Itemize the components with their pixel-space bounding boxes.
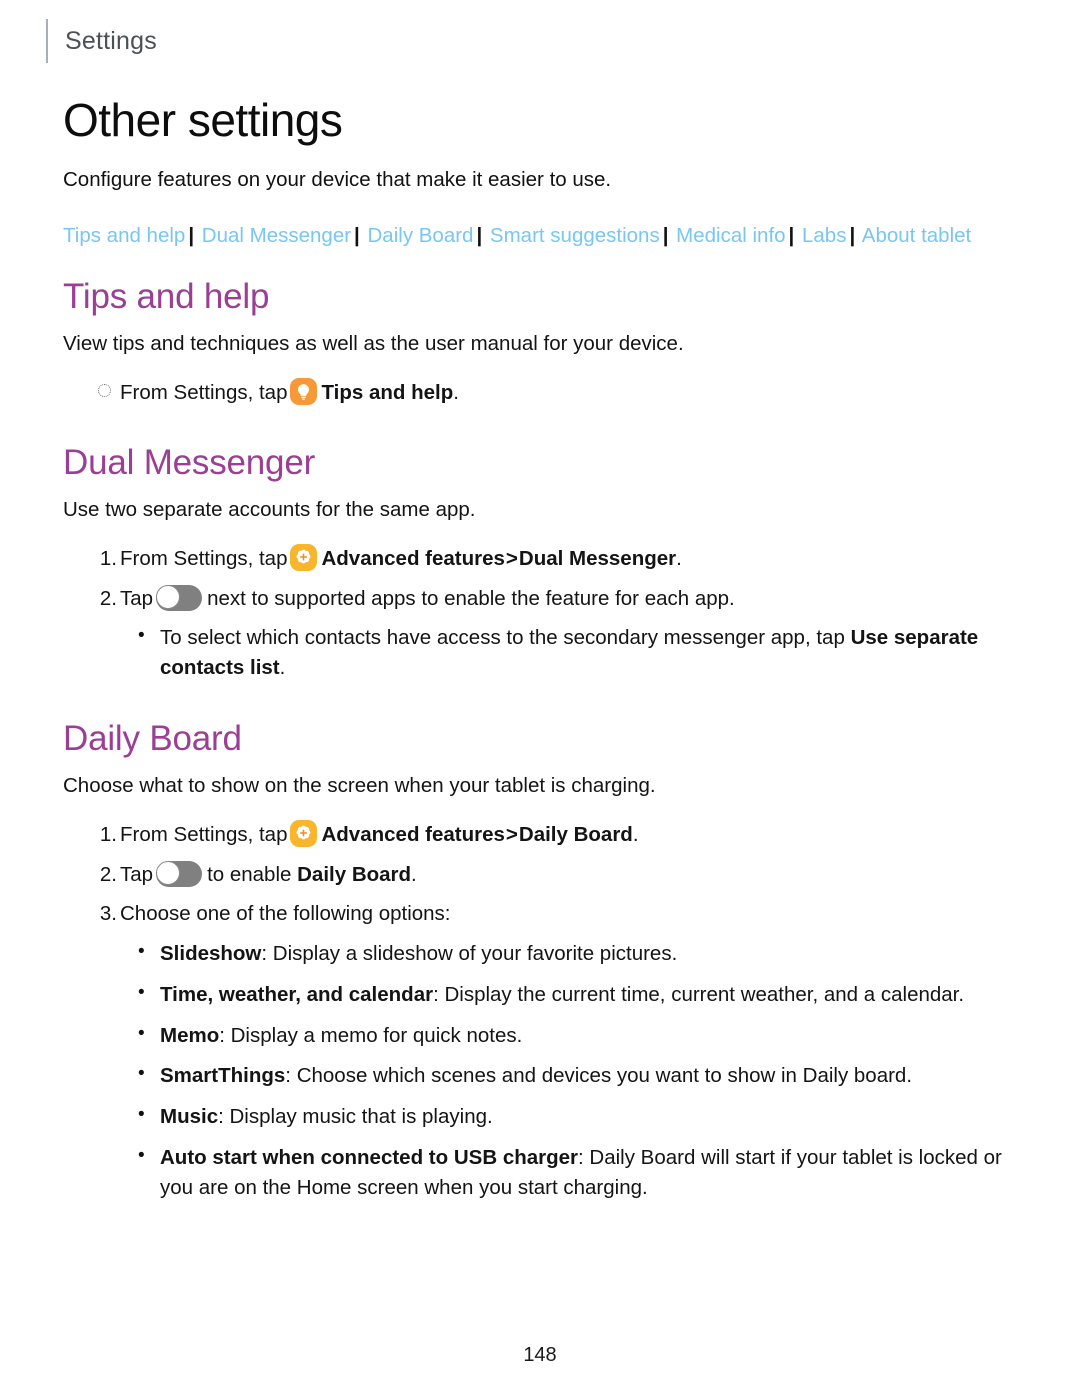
page-title: Other settings [63, 94, 343, 146]
chevron-right-icon: > [505, 546, 518, 570]
nav-separator: | [662, 223, 669, 247]
step-text: Choose one of the following options: [120, 902, 451, 926]
step-number: 1. [99, 822, 117, 846]
list-item: 1. From Settings, tap Advanced features>Du… [63, 543, 1018, 575]
step-text-prefix: Tap [120, 586, 154, 610]
option-desc: : Display a memo for quick notes. [219, 1023, 523, 1047]
step-text-suffix: . [676, 546, 682, 570]
option-desc: : Display a slideshow of your favorite p… [261, 942, 678, 966]
step-text-prefix: Tap [120, 862, 154, 886]
list-item: Auto start when connected to USB charger… [63, 1142, 1018, 1202]
bullet-text: To select which contacts have access to … [160, 626, 845, 650]
list-item: 3. Choose one of the following options: [63, 899, 1018, 930]
step-text-bold-1: Advanced features [321, 822, 505, 846]
section-heading-tips-and-help: Tips and help [63, 276, 270, 316]
header-divider [46, 19, 48, 63]
step-text-suffix: . [411, 862, 417, 886]
step-text-bold: Tips and help [321, 380, 454, 404]
nav-separator: | [849, 223, 856, 247]
step-text-suffix: . [632, 822, 639, 846]
section-lead-dual-messenger: Use two separate accounts for the same a… [63, 498, 476, 522]
nav-separator: | [188, 223, 195, 247]
step-text-bold-1: Advanced features [321, 546, 505, 570]
section-nav-links: Tips and help | Dual Messenger | Daily Boa… [63, 220, 993, 252]
step-text-bold-2: Dual Messenger [518, 546, 677, 570]
nav-link-dual-messenger[interactable]: Dual Messenger [202, 224, 351, 247]
nav-link-daily-board[interactable]: Daily Board [368, 224, 474, 247]
list-item: 2. Tap to enable Daily Board. [63, 860, 1018, 891]
list-item: 2. Tap next to supported apps to enable th… [63, 584, 1018, 615]
option-label: Music [160, 1105, 219, 1129]
option-desc: : Display music that is playing. [218, 1105, 493, 1129]
option-label: SmartThings [160, 1064, 286, 1088]
option-label: Auto start when connected to USB charger [160, 1145, 579, 1169]
list-item: Slideshow: Display a slideshow of your f… [63, 938, 1018, 969]
document-page: Settings Other settings Configure featur… [0, 0, 1080, 1397]
step-text-bold: Daily Board [297, 862, 412, 886]
nav-link-tips-and-help[interactable]: Tips and help [63, 224, 185, 247]
step-number: 3. [99, 902, 117, 926]
step-text-mid: to enable [207, 862, 292, 886]
step-number: 2. [99, 586, 117, 610]
nav-link-smart-suggestions[interactable]: Smart suggestions [490, 224, 660, 247]
nav-link-about-tablet[interactable]: About tablet [862, 224, 971, 247]
section-lead-tips-and-help: View tips and techniques as well as the … [63, 332, 684, 356]
list-item: Music: Display music that is playing. [63, 1101, 1018, 1132]
page-content: Other settings Configure features on you… [63, 96, 1018, 1213]
nav-link-medical-info[interactable]: Medical info [676, 224, 785, 247]
list-item: From Settings, tap Tips and help. [63, 377, 1018, 409]
step-text-prefix: From Settings, tap [120, 822, 288, 846]
nav-separator: | [788, 223, 795, 247]
section-lead-daily-board: Choose what to show on the screen when y… [63, 774, 656, 798]
nav-separator: | [354, 223, 360, 247]
tips-steps-list: From Settings, tap Tips and help. [63, 377, 1018, 409]
section-heading-daily-board: Daily Board [63, 718, 242, 758]
nav-separator: | [476, 223, 483, 247]
daily-board-steps-list: 1. From Settings, tap Advanced features>Da… [63, 819, 1018, 1202]
step-number: 1. [99, 546, 117, 570]
running-header-title: Settings [65, 26, 157, 55]
running-header: Settings [46, 18, 157, 64]
step-text-prefix: From Settings, tap [120, 380, 288, 404]
option-desc: : Display the current time, current weat… [433, 982, 965, 1006]
toggle-switch-icon [156, 584, 203, 611]
list-item: Time, weather, and calendar: Display the… [63, 979, 1018, 1010]
chevron-right-icon: > [505, 822, 518, 846]
toggle-switch-icon [156, 860, 203, 887]
nav-link-labs[interactable]: Labs [802, 224, 846, 247]
page-intro: Configure features on your device that m… [63, 168, 612, 192]
step-text-prefix: From Settings, tap [120, 546, 288, 570]
list-item: 1. From Settings, tap Advanced features>Da… [63, 819, 1018, 851]
hollow-bullet-marker [93, 378, 115, 409]
option-label: Slideshow [160, 942, 262, 966]
advanced-features-icon [290, 543, 318, 571]
tips-and-help-icon [290, 377, 318, 405]
list-item: Memo: Display a memo for quick notes. [63, 1020, 1018, 1051]
dual-messenger-steps-list: 1. From Settings, tap Advanced features>Du… [63, 543, 1018, 683]
list-item: To select which contacts have access to … [63, 622, 1018, 682]
option-desc: : Choose which scenes and devices you wa… [285, 1064, 913, 1088]
bullet-text-suffix: . [279, 656, 286, 680]
advanced-features-icon [290, 819, 318, 847]
step-text-suffix: next to supported apps to enable the fea… [207, 586, 735, 610]
section-heading-dual-messenger: Dual Messenger [63, 442, 316, 482]
option-label: Time, weather, and calendar [160, 982, 434, 1006]
page-number: 148 [523, 1344, 557, 1366]
step-number: 2. [99, 862, 117, 886]
step-text-suffix: . [453, 380, 459, 404]
list-item: SmartThings: Choose which scenes and dev… [63, 1060, 1018, 1091]
step-text-bold-2: Daily Board [518, 822, 633, 846]
option-label: Memo [160, 1023, 220, 1047]
